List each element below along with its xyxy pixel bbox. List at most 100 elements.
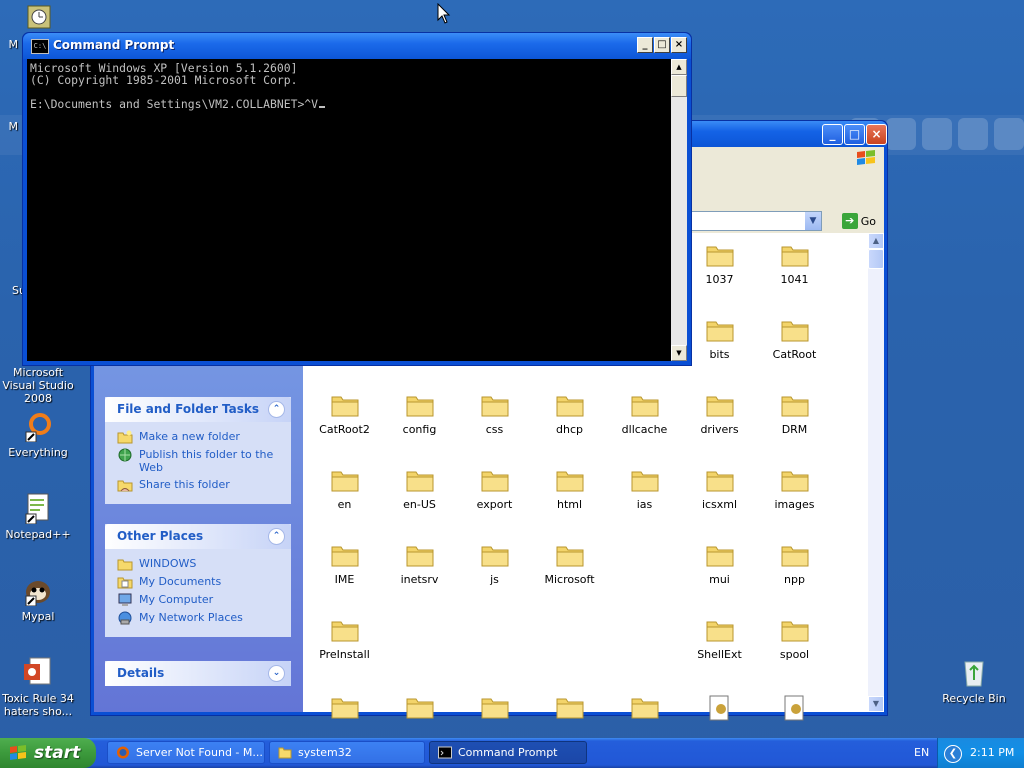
taskbar: start Server Not Found - M... system32 C…	[0, 738, 1024, 768]
desktop-icon-toxic-rule[interactable]: Toxic Rule 34 haters sho...	[0, 656, 78, 718]
task-share-folder[interactable]: Share this folder	[117, 478, 291, 492]
start-button[interactable]: start	[0, 738, 96, 768]
folder-item[interactable]: IME	[307, 543, 382, 586]
folder-item[interactable]: html	[532, 468, 607, 511]
folder-label: css	[485, 423, 504, 436]
console-output[interactable]: Microsoft Windows XP [Version 5.1.2600] …	[27, 59, 671, 361]
language-indicator[interactable]: EN	[914, 746, 929, 759]
collapse-icon[interactable]: ⌃	[268, 528, 285, 545]
panel-header[interactable]: File and Folder Tasks ⌃	[105, 397, 291, 422]
taskbar-button-firefox[interactable]: Server Not Found - M...	[107, 741, 265, 764]
chevron-down-icon[interactable]: ▼	[805, 212, 821, 230]
folder-item[interactable]: export	[457, 468, 532, 511]
scroll-thumb[interactable]	[671, 75, 687, 97]
minimize-button[interactable]: _	[637, 37, 653, 53]
folder-item[interactable]: css	[457, 393, 532, 436]
maximize-button[interactable]: □	[654, 37, 670, 53]
desktop-icon-visual-studio[interactable]: Microsoft Visual Studio 2008	[0, 366, 78, 405]
folder-item[interactable]: inetsrv	[382, 543, 457, 586]
desktop-icon-recycle-bin[interactable]: Recycle Bin	[934, 656, 1014, 705]
folder-item[interactable]: CatRoot2	[307, 393, 382, 436]
folder-label: drivers	[700, 423, 739, 436]
powerpoint-file-icon	[22, 656, 54, 688]
panel-header[interactable]: Details ⌄	[105, 661, 291, 686]
folder-item[interactable]: CatRoot	[757, 318, 832, 361]
details-panel: Details ⌄	[105, 661, 291, 686]
folder-icon	[631, 393, 659, 417]
clock[interactable]: 2:11 PM	[970, 746, 1014, 759]
task-make-new-folder[interactable]: Make a new folder	[117, 430, 291, 444]
folder-label: config	[402, 423, 437, 436]
folder-item[interactable]: bits	[682, 318, 757, 361]
maximize-button[interactable]: □	[844, 124, 865, 145]
scroll-thumb[interactable]	[868, 249, 884, 269]
my-computer-icon	[118, 593, 132, 606]
folder-item[interactable]: images	[757, 468, 832, 511]
file-icon[interactable]	[682, 695, 757, 725]
folder-item[interactable]: en	[307, 468, 382, 511]
folder-item[interactable]: mui	[682, 543, 757, 586]
folder-item[interactable]: 1037	[682, 243, 757, 286]
folder-item[interactable]: drivers	[682, 393, 757, 436]
place-my-network-places[interactable]: My Network Places	[117, 611, 291, 625]
collapse-icon[interactable]: ⌃	[268, 401, 285, 418]
scroll-up-arrow[interactable]: ▲	[671, 59, 687, 75]
desktop-icon-notepad-plus-plus[interactable]: Notepad++	[0, 492, 78, 541]
show-hidden-icons-chevron-icon[interactable]: ❮	[944, 745, 962, 763]
desktop-icon-everything[interactable]: Everything	[0, 410, 78, 459]
folder-item[interactable]: icsxml	[682, 468, 757, 511]
minimize-button[interactable]: _	[822, 124, 843, 145]
folder-item[interactable]: dllcache	[607, 393, 682, 436]
folder-item[interactable]: 1041	[757, 243, 832, 286]
folder-item[interactable]: config	[382, 393, 457, 436]
expand-icon[interactable]: ⌄	[268, 665, 285, 682]
taskbar-button-label: Command Prompt	[458, 746, 558, 759]
folder-item[interactable]: ias	[607, 468, 682, 511]
taskbar-button-command-prompt[interactable]: Command Prompt	[429, 741, 587, 764]
desktop-icon-label: Notepad++	[5, 528, 71, 541]
folder-icon[interactable]	[532, 695, 607, 725]
place-windows[interactable]: WINDOWS	[117, 557, 291, 571]
go-button[interactable]: ➔ Go	[841, 212, 876, 230]
folder-icon	[117, 559, 133, 571]
folder-label: bits	[709, 348, 730, 361]
command-prompt-window: C:\ Command Prompt _ □ × Microsoft Windo…	[22, 32, 692, 366]
folder-item[interactable]: PreInstall	[307, 618, 382, 661]
start-label: start	[34, 743, 81, 763]
taskbar-button-label: system32	[298, 746, 352, 759]
text-cursor	[319, 106, 326, 108]
folder-label: en	[337, 498, 352, 511]
folder-label: dllcache	[621, 423, 668, 436]
folder-item[interactable]: dhcp	[532, 393, 607, 436]
recycle-bin-icon	[958, 656, 990, 688]
file-icon[interactable]	[757, 695, 832, 725]
cmd-titlebar[interactable]: C:\ Command Prompt _ □ ×	[23, 33, 691, 59]
scroll-down-arrow[interactable]: ▼	[671, 345, 687, 361]
folder-item[interactable]: en-US	[382, 468, 457, 511]
desktop-icon-mypal[interactable]: Mypal	[0, 574, 78, 623]
folder-item[interactable]: ShellExt	[682, 618, 757, 661]
folder-label: Microsoft	[544, 573, 595, 586]
scroll-down-arrow[interactable]: ▼	[868, 696, 884, 712]
place-my-documents[interactable]: My Documents	[117, 575, 291, 589]
folder-icon[interactable]	[607, 695, 682, 725]
place-my-computer[interactable]: My Computer	[117, 593, 291, 607]
folder-label: dhcp	[556, 423, 583, 436]
close-button[interactable]: ×	[671, 37, 687, 53]
close-button[interactable]: ×	[866, 124, 887, 145]
folder-item[interactable]: js	[457, 543, 532, 586]
scroll-up-arrow[interactable]: ▲	[868, 233, 884, 249]
folder-item[interactable]: DRM	[757, 393, 832, 436]
folder-item[interactable]: Microsoft	[532, 543, 607, 586]
cmd-scrollbar[interactable]: ▲ ▼	[671, 59, 687, 361]
task-publish-web[interactable]: Publish this folder to the Web	[117, 448, 291, 474]
folder-item[interactable]: npp	[757, 543, 832, 586]
folder-item[interactable]: spool	[757, 618, 832, 661]
vertical-scrollbar[interactable]: ▲ ▼	[868, 233, 884, 712]
folder-icon[interactable]	[457, 695, 532, 725]
folder-icon[interactable]	[382, 695, 457, 725]
folder-icon[interactable]	[307, 695, 382, 725]
mouse-pointer-icon	[437, 2, 451, 28]
taskbar-button-system32[interactable]: system32	[269, 741, 425, 764]
panel-header[interactable]: Other Places ⌃	[105, 524, 291, 549]
